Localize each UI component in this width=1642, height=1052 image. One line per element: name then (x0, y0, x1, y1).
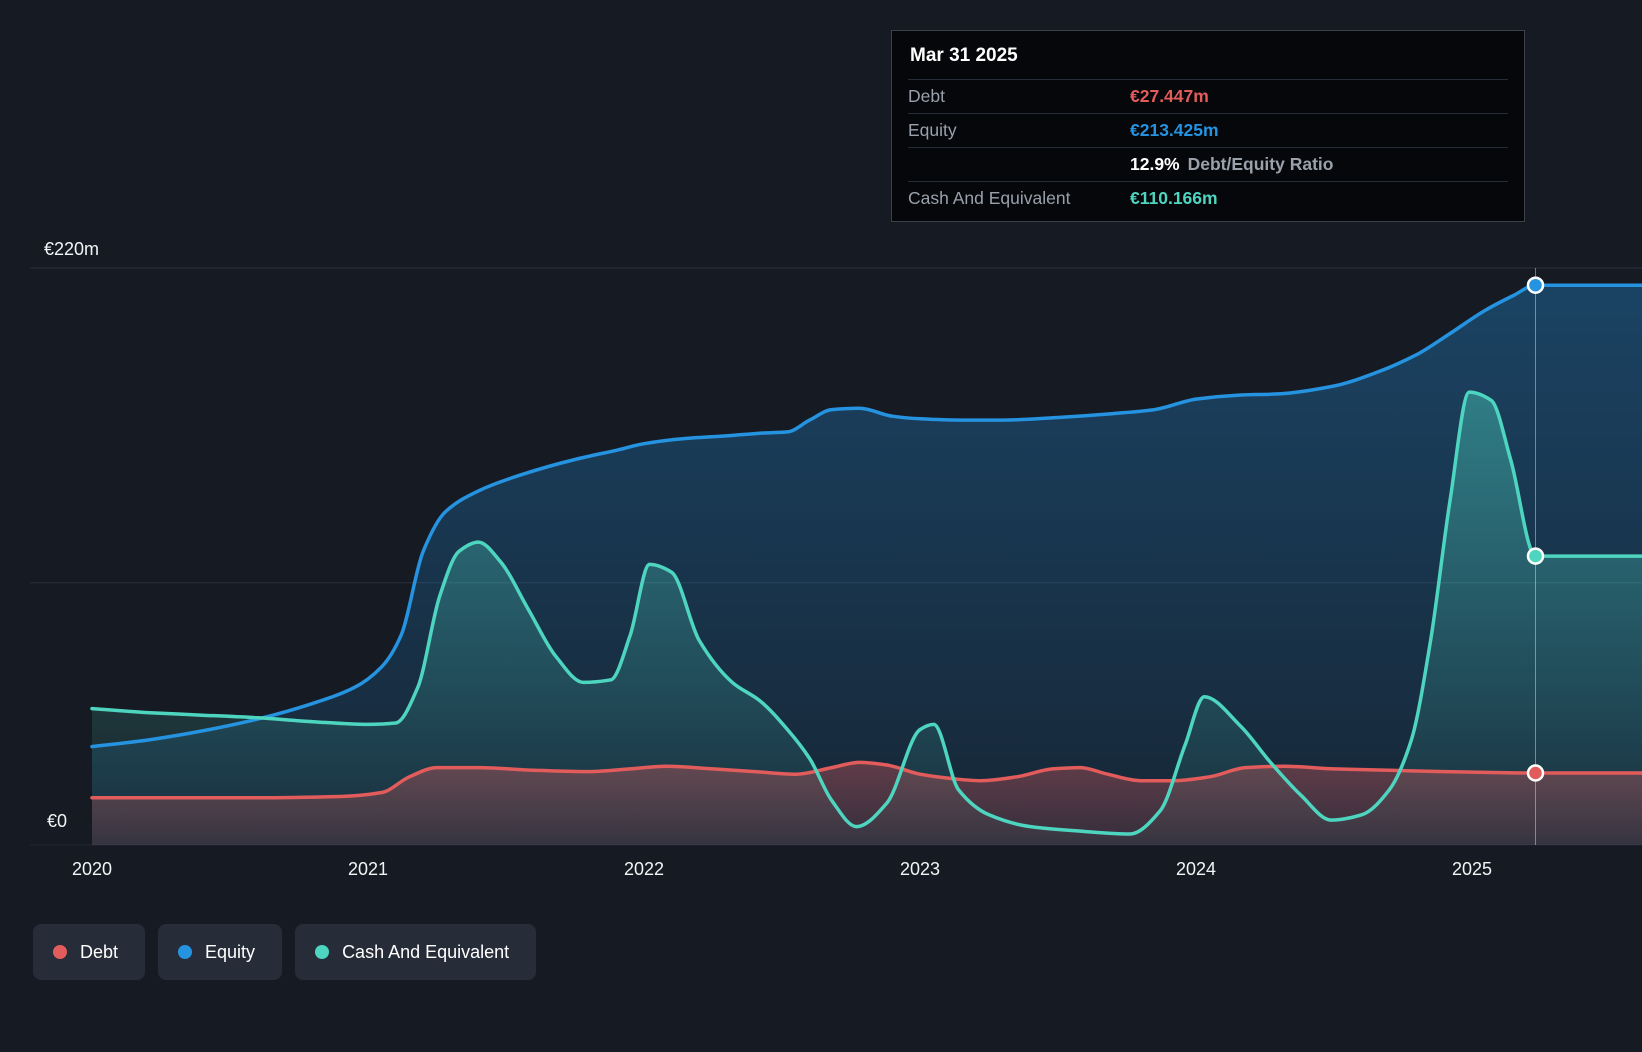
tooltip-ratio-percent: 12.9% (1130, 154, 1180, 174)
x-tick-2025: 2025 (1451, 859, 1493, 879)
debt-series-dot-icon (53, 945, 67, 959)
x-tick-2023: 2023 (899, 859, 941, 879)
tooltip-debt-value: €27.447m (1130, 86, 1209, 106)
hover-tooltip: Mar 31 2025 Debt €27.447m Equity €213.42… (891, 30, 1525, 222)
x-tick-2022: 2022 (623, 859, 665, 879)
legend-debt-label: Debt (80, 941, 119, 962)
tooltip-equity-value: €213.425m (1130, 120, 1219, 140)
x-tick-2020: 2020 (71, 859, 113, 879)
tooltip-date: Mar 31 2025 (910, 45, 1018, 66)
tooltip-ratio-row: 12.9% Debt/Equity Ratio (908, 147, 1508, 181)
legend-item-cash[interactable]: Cash And Equivalent (295, 924, 537, 980)
tooltip-equity-label: Equity (908, 120, 957, 140)
legend-equity-label: Equity (205, 941, 256, 962)
legend: Debt Equity Cash And Equivalent (33, 924, 537, 980)
x-tick-2021: 2021 (347, 859, 389, 879)
tooltip-debt-row: Debt €27.447m (908, 79, 1508, 113)
equity-series-dot-icon (178, 945, 193, 959)
tooltip-cash-row: Cash And Equivalent €110.166m (908, 181, 1508, 215)
tooltip-equity-row: Equity €213.425m (908, 113, 1508, 147)
tooltip-ratio-label: Debt/Equity Ratio (1187, 154, 1334, 174)
y-axis-zero-label: €0 (47, 811, 68, 831)
legend-item-equity[interactable]: Equity (158, 924, 283, 980)
x-tick-2024: 2024 (1175, 859, 1217, 879)
tooltip-cash-label: Cash And Equivalent (908, 188, 1071, 208)
legend-item-debt[interactable]: Debt (33, 924, 146, 980)
cash-series-dot-icon (315, 945, 330, 959)
tooltip-debt-label: Debt (908, 86, 945, 106)
tooltip-cash-value: €110.166m (1130, 188, 1218, 208)
legend-cash-label: Cash And Equivalent (342, 941, 510, 962)
y-axis-max-label: €220m (44, 239, 100, 259)
